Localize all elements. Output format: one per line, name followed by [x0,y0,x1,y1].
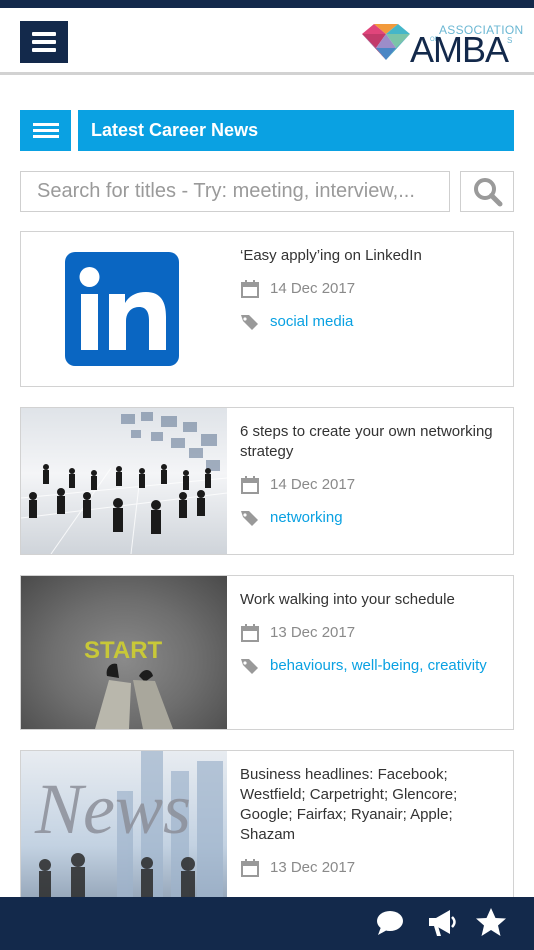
calendar-icon [241,859,259,877]
article-title[interactable]: ‘Easy apply’ing on LinkedIn [240,246,508,266]
search-icon [474,178,503,207]
article-date-row: 13 Dec 2017 [240,858,508,882]
article-thumbnail: News [21,751,227,909]
article-date-row: 13 Dec 2017 [240,623,508,647]
logo-name-text: AMBA [410,29,509,70]
article-title[interactable]: Business headlines: Facebook; Westfield;… [240,765,508,845]
article-card[interactable]: 6 steps to create your own networking st… [20,407,514,555]
article-body: ‘Easy apply’ing on LinkedIn 14 Dec 2017 … [240,246,508,336]
article-date-row: 14 Dec 2017 [240,279,508,303]
news-thumb-text: News [34,769,191,849]
article-date: 13 Dec 2017 [270,859,356,876]
linkedin-logo-icon [65,252,179,366]
article-thumbnail: START [21,576,227,729]
article-tags-row: social media [240,312,508,336]
section-menu-button[interactable] [20,110,71,151]
diamond-logo-icon [362,24,410,60]
calendar-icon [241,280,259,298]
article-card[interactable]: START Work walking into your schedule 13… [20,575,514,730]
tag-icon [241,315,258,330]
bottom-nav-bar [0,897,534,950]
article-date: 14 Dec 2017 [270,476,356,493]
top-strip [0,0,534,8]
svg-text:START: START [84,637,163,664]
star-icon[interactable] [473,905,509,941]
article-body: 6 steps to create your own networking st… [240,422,508,532]
article-tags[interactable]: behaviours, well-being, creativity [270,657,487,674]
article-date: 13 Dec 2017 [270,624,356,641]
main-menu-button[interactable] [20,21,68,63]
app-header: ASSOCIATION OF AMBA S [0,8,534,75]
tag-icon [241,511,258,526]
article-tags-row: behaviours, well-being, creativity [240,656,508,680]
section-title: Latest Career News [78,110,514,151]
megaphone-icon[interactable] [424,905,460,941]
networking-people-image [21,412,227,554]
article-card[interactable]: ‘Easy apply’ing on LinkedIn 14 Dec 2017 … [20,231,514,387]
calendar-icon [241,476,259,494]
article-date-row: 14 Dec 2017 [240,475,508,499]
article-date: 14 Dec 2017 [270,280,356,297]
article-thumbnail [21,408,227,554]
search-button[interactable] [460,171,514,212]
news-collage-image: News [34,751,223,901]
article-thumbnail [21,232,227,386]
article-title[interactable]: Work walking into your schedule [240,590,508,610]
section-bar: Latest Career News [20,110,514,151]
calendar-icon [241,624,259,642]
start-line-image: START [84,637,173,729]
article-tags[interactable]: networking [270,509,343,526]
article-card[interactable]: News Business headlines: Facebook; Westf… [20,750,514,910]
article-tags[interactable]: social media [270,313,353,330]
article-title[interactable]: 6 steps to create your own networking st… [240,422,508,462]
amba-logo[interactable]: ASSOCIATION OF AMBA S [362,22,523,68]
article-tags-row: networking [240,508,508,532]
article-body: Business headlines: Facebook; Westfield;… [240,765,508,882]
article-body: Work walking into your schedule 13 Dec 2… [240,590,508,680]
tag-icon [241,659,258,674]
chat-icon[interactable] [372,905,408,941]
logo-s-text: S [507,36,513,45]
search-input[interactable] [20,171,450,212]
